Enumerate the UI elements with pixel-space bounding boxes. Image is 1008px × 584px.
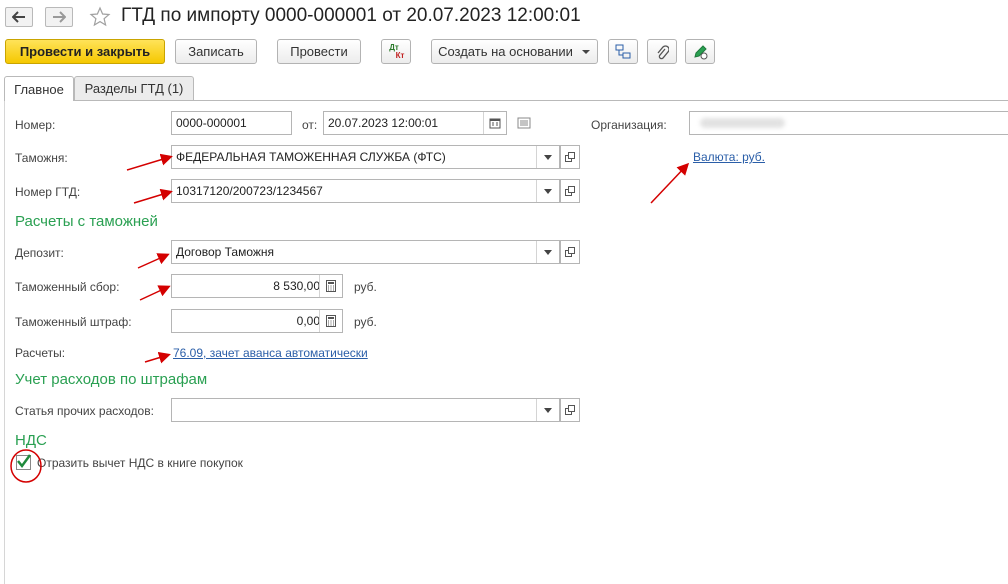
- customs-fee-label: Таможенный сбор:: [15, 280, 120, 294]
- other-expenses-label: Статья прочих расходов:: [15, 404, 154, 418]
- gtd-number-open-button[interactable]: [560, 179, 580, 203]
- customs-label: Таможня:: [15, 151, 68, 165]
- open-form-icon: [565, 247, 575, 257]
- fines-section-title: Учет расходов по штрафам: [15, 371, 208, 388]
- annotation-arrow-fee: [139, 285, 171, 301]
- save-button[interactable]: Записать: [175, 39, 257, 64]
- annotation-arrow-gtd: [133, 188, 173, 204]
- pencil-icon: [694, 44, 708, 59]
- organization-label: Организация:: [591, 118, 667, 132]
- annotation-arrow-currency: [650, 162, 690, 204]
- customs-fine-unit: руб.: [354, 315, 377, 329]
- number-field[interactable]: 0000-000001: [171, 111, 292, 135]
- settlements-link[interactable]: 76.09, зачет аванса автоматически: [173, 346, 368, 360]
- customs-dropdown-button[interactable]: [536, 146, 559, 168]
- settlements-section-title: Расчеты с таможней: [15, 213, 158, 230]
- gtd-number-dropdown-button[interactable]: [536, 180, 559, 202]
- forward-button[interactable]: [45, 7, 73, 27]
- annotation-arrow-customs: [126, 153, 173, 171]
- calendar-button[interactable]: [483, 112, 506, 134]
- date-label: от:: [302, 118, 318, 132]
- attach-button[interactable]: [647, 39, 677, 64]
- favorite-star-icon[interactable]: [89, 6, 111, 31]
- customs-field[interactable]: ФЕДЕРАЛЬНАЯ ТАМОЖЕННАЯ СЛУЖБА (ФТС): [171, 145, 560, 169]
- comment-icon[interactable]: [517, 117, 531, 132]
- hierarchy-icon: [615, 44, 631, 58]
- other-expenses-dropdown-button[interactable]: [536, 399, 559, 421]
- chevron-down-icon: [544, 249, 552, 255]
- open-form-icon: [565, 405, 575, 415]
- calculator-icon: [326, 280, 336, 292]
- post-button[interactable]: Провести: [277, 39, 361, 64]
- customs-open-button[interactable]: [560, 145, 580, 169]
- vat-deduction-label: Отразить вычет НДС в книге покупок: [37, 456, 243, 470]
- calculator-icon: [326, 315, 336, 327]
- deposit-field[interactable]: Договор Таможня: [171, 240, 560, 264]
- arrow-right-icon: [53, 11, 66, 23]
- gtd-number-label: Номер ГТД:: [15, 185, 81, 199]
- customs-fine-value: 0,00: [296, 314, 320, 328]
- kt-label: Кт: [395, 50, 405, 60]
- date-value: 20.07.2023 12:00:01: [328, 116, 439, 130]
- chevron-down-icon: [544, 154, 552, 160]
- open-form-icon: [565, 152, 575, 162]
- currency-link[interactable]: Валюта: руб.: [693, 150, 765, 164]
- post-and-close-button[interactable]: Провести и закрыть: [5, 39, 165, 64]
- organization-blurred-value: [700, 118, 785, 128]
- organization-field[interactable]: [689, 111, 1008, 135]
- chevron-down-icon: [581, 49, 590, 54]
- deposit-label: Депозит:: [15, 246, 64, 260]
- open-form-icon: [565, 186, 575, 196]
- other-expenses-field[interactable]: [171, 398, 560, 422]
- deposit-value: Договор Таможня: [176, 245, 275, 259]
- tab-main[interactable]: Главное: [4, 76, 74, 101]
- calendar-icon: [489, 118, 501, 129]
- vat-section-title: НДС: [15, 432, 47, 449]
- customs-fine-label: Таможенный штраф:: [15, 315, 132, 329]
- tab-divider: [4, 100, 1008, 101]
- annotation-arrow-deposit: [137, 253, 170, 269]
- back-button[interactable]: [5, 7, 33, 27]
- gtd-number-field[interactable]: 10317120/200723/1234567: [171, 179, 560, 203]
- settlements-label: Расчеты:: [15, 346, 66, 360]
- gtd-number-value: 10317120/200723/1234567: [176, 184, 323, 198]
- arrow-left-icon: [12, 11, 25, 23]
- chevron-down-icon: [544, 188, 552, 194]
- customs-value: ФЕДЕРАЛЬНАЯ ТАМОЖЕННАЯ СЛУЖБА (ФТС): [176, 150, 446, 164]
- deposit-dropdown-button[interactable]: [536, 241, 559, 263]
- fee-calculator-button[interactable]: [319, 275, 342, 297]
- structure-button[interactable]: [608, 39, 638, 64]
- customs-fee-unit: руб.: [354, 280, 377, 294]
- chevron-down-icon: [544, 407, 552, 413]
- customs-fee-value: 8 530,00: [273, 279, 320, 293]
- fine-calculator-button[interactable]: [319, 310, 342, 332]
- checkmark-icon: [17, 454, 32, 469]
- deposit-open-button[interactable]: [560, 240, 580, 264]
- paperclip-icon: [657, 44, 669, 59]
- page-title: ГТД по импорту 0000-000001 от 20.07.2023…: [121, 5, 581, 26]
- form-border: [4, 100, 5, 584]
- date-field[interactable]: 20.07.2023 12:00:01: [323, 111, 507, 135]
- create-based-on-label: Создать на основании: [438, 44, 573, 59]
- other-expenses-open-button[interactable]: [560, 398, 580, 422]
- create-based-on-button[interactable]: Создать на основании: [431, 39, 598, 64]
- dt-kt-button[interactable]: Дт Кт: [381, 39, 411, 64]
- number-label: Номер:: [15, 118, 56, 132]
- tab-gtd-sections[interactable]: Разделы ГТД (1): [74, 76, 194, 100]
- vat-deduction-checkbox[interactable]: [16, 454, 32, 470]
- edit-button[interactable]: [685, 39, 715, 64]
- customs-fee-field[interactable]: 8 530,00: [171, 274, 343, 298]
- customs-fine-field[interactable]: 0,00: [171, 309, 343, 333]
- annotation-arrow-calc: [144, 351, 171, 364]
